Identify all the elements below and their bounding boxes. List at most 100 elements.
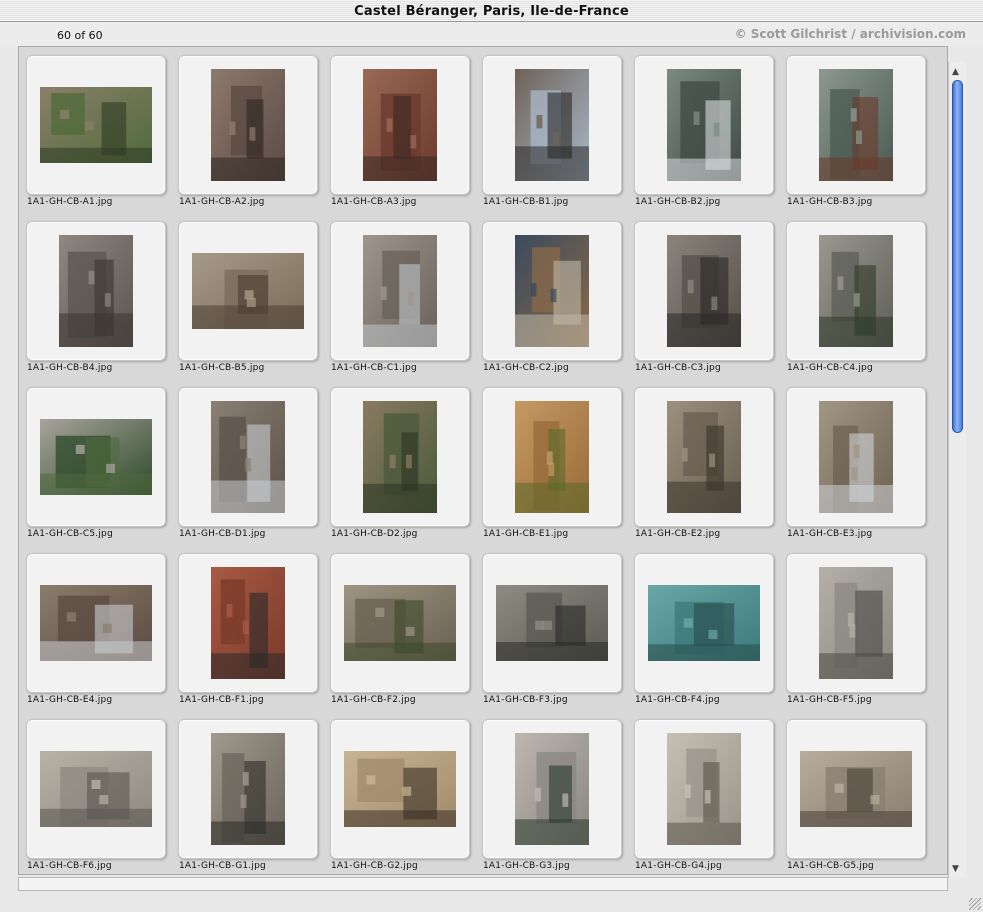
- window-title-bar[interactable]: Castel Béranger, Paris, Ile-de-France: [0, 0, 983, 22]
- thumbnail-tile[interactable]: [634, 55, 774, 195]
- thumbnail-image: [800, 751, 912, 827]
- thumbnail-tile[interactable]: [634, 719, 774, 859]
- thumbnail-tile[interactable]: [330, 719, 470, 859]
- thumbnail-filename: 1A1-GH-CB-E2.jpg: [635, 529, 721, 539]
- thumbnail-tile[interactable]: [26, 553, 166, 693]
- thumbnail-filename: 1A1-GH-CB-B5.jpg: [179, 363, 265, 373]
- thumbnail-filename: 1A1-GH-CB-C5.jpg: [27, 529, 113, 539]
- info-bar: 60 of 60 © Scott Gilchrist / archivision…: [0, 22, 983, 46]
- thumbnail-tile[interactable]: [482, 387, 622, 527]
- thumbnail-filename: 1A1-GH-CB-C3.jpg: [635, 363, 721, 373]
- thumbnail-tile[interactable]: [178, 719, 318, 859]
- thumbnail-filename: 1A1-GH-CB-C2.jpg: [483, 363, 569, 373]
- thumbnail-filename: 1A1-GH-CB-A1.jpg: [27, 197, 113, 207]
- thumbnail-tile[interactable]: [178, 553, 318, 693]
- thumbnail-image: [667, 733, 741, 845]
- thumbnail-image: [211, 733, 285, 845]
- thumbnail-filename: 1A1-GH-CB-F2.jpg: [331, 695, 416, 705]
- scrollbar-thumb[interactable]: [952, 80, 963, 433]
- thumbnail-image: [667, 235, 741, 347]
- thumbnail-filename: 1A1-GH-CB-F6.jpg: [27, 861, 112, 871]
- thumbnail-tile[interactable]: [26, 387, 166, 527]
- thumbnail-image: [363, 401, 437, 513]
- thumbnail-image: [363, 235, 437, 347]
- thumbnail-filename: 1A1-GH-CB-D2.jpg: [331, 529, 418, 539]
- thumbnail-tile[interactable]: [330, 387, 470, 527]
- thumbnail-image: [648, 585, 760, 661]
- thumbnail-filename: 1A1-GH-CB-B3.jpg: [787, 197, 873, 207]
- thumbnail-image: [819, 401, 893, 513]
- thumbnail-tile[interactable]: [786, 221, 926, 361]
- thumbnail-tile[interactable]: [178, 55, 318, 195]
- thumbnail-tile[interactable]: [26, 55, 166, 195]
- thumbnail-image: [40, 751, 152, 827]
- thumbnail-image: [40, 419, 152, 495]
- thumbnail-image: [59, 235, 133, 347]
- thumbnail-tile[interactable]: [634, 387, 774, 527]
- thumbnail-image: [40, 585, 152, 661]
- thumbnail-image: [211, 567, 285, 679]
- thumbnail-tile[interactable]: [330, 221, 470, 361]
- thumbnail-filename: 1A1-GH-CB-B2.jpg: [635, 197, 721, 207]
- thumbnail-filename: 1A1-GH-CB-E4.jpg: [27, 695, 113, 705]
- thumbnail-image: [363, 69, 437, 181]
- thumbnail-filename: 1A1-GH-CB-F1.jpg: [179, 695, 264, 705]
- thumbnail-image: [515, 401, 589, 513]
- thumbnail-filename: 1A1-GH-CB-C1.jpg: [331, 363, 417, 373]
- window-title: Castel Béranger, Paris, Ile-de-France: [354, 4, 629, 19]
- thumbnail-filename: 1A1-GH-CB-G3.jpg: [483, 861, 570, 871]
- thumbnail-filename: 1A1-GH-CB-B4.jpg: [27, 363, 113, 373]
- thumbnail-filename: 1A1-GH-CB-F4.jpg: [635, 695, 720, 705]
- thumbnail-image: [819, 69, 893, 181]
- thumbnail-tile[interactable]: [482, 221, 622, 361]
- scroll-down-arrow-icon[interactable]: ▼: [952, 864, 959, 874]
- thumbnail-tile[interactable]: [330, 553, 470, 693]
- image-count: 60 of 60: [57, 29, 103, 42]
- thumbnail-image: [344, 751, 456, 827]
- thumbnail-filename: 1A1-GH-CB-A3.jpg: [331, 197, 417, 207]
- vertical-scrollbar[interactable]: ▲ ▼: [948, 62, 966, 878]
- thumbnail-tile[interactable]: [482, 55, 622, 195]
- thumbnail-image: [344, 585, 456, 661]
- thumbnail-grid: 1A1-GH-CB-A1.jpg 1A1-GH-CB-A2.jpg 1A1-GH…: [18, 46, 948, 875]
- thumbnail-image: [192, 253, 304, 329]
- thumbnail-image: [515, 235, 589, 347]
- thumbnail-filename: 1A1-GH-CB-C4.jpg: [787, 363, 873, 373]
- thumbnail-tile[interactable]: [482, 553, 622, 693]
- thumbnail-filename: 1A1-GH-CB-E3.jpg: [787, 529, 873, 539]
- thumbnail-tile[interactable]: [26, 221, 166, 361]
- scroll-up-arrow-icon[interactable]: ▲: [952, 67, 959, 77]
- thumbnail-tile[interactable]: [482, 719, 622, 859]
- thumbnail-tile[interactable]: [26, 719, 166, 859]
- thumbnail-filename: 1A1-GH-CB-E1.jpg: [483, 529, 569, 539]
- thumbnail-tile[interactable]: [786, 387, 926, 527]
- photo-credit: © Scott Gilchrist / archivision.com: [734, 27, 966, 41]
- thumbnail-image: [496, 585, 608, 661]
- thumbnail-filename: 1A1-GH-CB-G4.jpg: [635, 861, 722, 871]
- thumbnail-tile[interactable]: [178, 221, 318, 361]
- thumbnail-image: [515, 733, 589, 845]
- thumbnail-tile[interactable]: [634, 553, 774, 693]
- thumbnail-filename: 1A1-GH-CB-G5.jpg: [787, 861, 874, 871]
- thumbnail-tile[interactable]: [786, 55, 926, 195]
- horizontal-scrollbar[interactable]: [18, 877, 948, 891]
- thumbnail-filename: 1A1-GH-CB-B1.jpg: [483, 197, 569, 207]
- thumbnail-image: [40, 87, 152, 163]
- thumbnail-image: [515, 69, 589, 181]
- thumbnail-filename: 1A1-GH-CB-F3.jpg: [483, 695, 568, 705]
- thumbnail-tile[interactable]: [786, 719, 926, 859]
- thumbnail-tile[interactable]: [178, 387, 318, 527]
- thumbnail-filename: 1A1-GH-CB-F5.jpg: [787, 695, 872, 705]
- thumbnail-filename: 1A1-GH-CB-G2.jpg: [331, 861, 418, 871]
- thumbnail-image: [211, 69, 285, 181]
- thumbnail-image: [819, 567, 893, 679]
- thumbnail-image: [667, 69, 741, 181]
- thumbnail-tile[interactable]: [634, 221, 774, 361]
- resize-grip-icon[interactable]: [969, 898, 981, 910]
- thumbnail-filename: 1A1-GH-CB-D1.jpg: [179, 529, 266, 539]
- thumbnail-filename: 1A1-GH-CB-A2.jpg: [179, 197, 265, 207]
- thumbnail-filename: 1A1-GH-CB-G1.jpg: [179, 861, 266, 871]
- thumbnail-image: [819, 235, 893, 347]
- thumbnail-tile[interactable]: [786, 553, 926, 693]
- thumbnail-tile[interactable]: [330, 55, 470, 195]
